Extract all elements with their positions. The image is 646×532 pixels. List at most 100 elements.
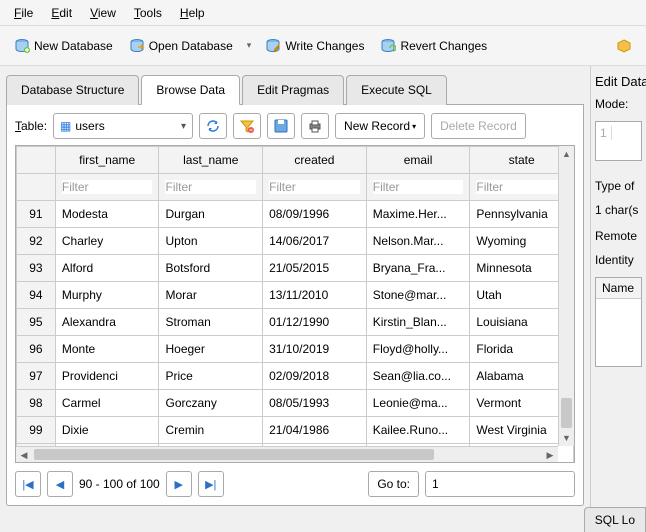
cell-last-name[interactable]: Durgan	[159, 201, 263, 228]
cell-created[interactable]: 21/04/1986	[263, 417, 367, 444]
filter-state[interactable]	[476, 180, 567, 194]
save-icon	[273, 118, 289, 134]
prev-page-button[interactable]: ◀	[47, 471, 73, 497]
cell-email[interactable]: Stone@mar...	[366, 282, 470, 309]
cell-first-name[interactable]: Alford	[55, 255, 159, 282]
cell-first-name[interactable]: Murphy	[55, 282, 159, 309]
cell-last-name[interactable]: Upton	[159, 228, 263, 255]
table-row[interactable]: 95AlexandraStroman01/12/1990Kirstin_Blan…	[17, 309, 574, 336]
cell-email[interactable]: Sean@lia.co...	[366, 363, 470, 390]
cube-icon	[616, 38, 632, 54]
table-row[interactable]: 94MurphyMorar13/11/2010Stone@mar...Utah	[17, 282, 574, 309]
code-editor[interactable]: 1	[595, 121, 642, 161]
cell-created[interactable]: 14/06/2017	[263, 228, 367, 255]
table-row[interactable]: 96MonteHoeger31/10/2019Floyd@holly...Flo…	[17, 336, 574, 363]
cell-last-name[interactable]: Price	[159, 363, 263, 390]
cell-created[interactable]: 01/12/1990	[263, 309, 367, 336]
cell-email[interactable]: Bryana_Fra...	[366, 255, 470, 282]
cell-last-name[interactable]: Botsford	[159, 255, 263, 282]
goto-input[interactable]	[425, 471, 575, 497]
first-page-button[interactable]: |◀	[15, 471, 41, 497]
open-database-dropdown[interactable]: ▾	[243, 40, 256, 51]
cell-created[interactable]: 02/09/2018	[263, 363, 367, 390]
new-database-icon	[14, 38, 30, 54]
write-changes-button[interactable]: Write Changes	[259, 34, 370, 58]
menu-view[interactable]: View	[82, 3, 124, 23]
row-number: 95	[17, 309, 56, 336]
scroll-down-icon[interactable]: ▼	[559, 430, 574, 446]
revert-changes-icon	[380, 38, 396, 54]
cell-email[interactable]: Maxime.Her...	[366, 201, 470, 228]
open-database-icon	[129, 38, 145, 54]
extra-button[interactable]	[610, 34, 638, 58]
clear-filters-button[interactable]	[233, 113, 261, 139]
table-row[interactable]: 92CharleyUpton14/06/2017Nelson.Mar...Wyo…	[17, 228, 574, 255]
scroll-up-icon[interactable]: ▲	[559, 146, 574, 162]
menu-help[interactable]: Help	[172, 3, 213, 23]
table-row[interactable]: 98CarmelGorczany08/05/1993Leonie@ma...Ve…	[17, 390, 574, 417]
cell-email[interactable]: Nelson.Mar...	[366, 228, 470, 255]
cell-last-name[interactable]: Hoeger	[159, 336, 263, 363]
cell-created[interactable]: 21/05/2015	[263, 255, 367, 282]
hscroll-thumb[interactable]	[34, 449, 434, 460]
filter-email[interactable]	[373, 180, 464, 194]
save-button[interactable]	[267, 113, 295, 139]
cell-last-name[interactable]: Gorczany	[159, 390, 263, 417]
table-row[interactable]: 99DixieCremin21/04/1986Kailee.Runo...Wes…	[17, 417, 574, 444]
open-database-button[interactable]: Open Database	[123, 34, 239, 58]
next-page-button[interactable]: ▶	[166, 471, 192, 497]
scroll-thumb[interactable]	[561, 398, 572, 428]
name-header[interactable]: Name	[596, 278, 641, 299]
col-created[interactable]: created	[263, 147, 367, 174]
filter-first-name[interactable]	[62, 180, 153, 194]
cell-last-name[interactable]: Stroman	[159, 309, 263, 336]
table-row[interactable]: 97ProvidenciPrice02/09/2018Sean@lia.co..…	[17, 363, 574, 390]
tab-database-structure[interactable]: Database Structure	[6, 75, 139, 105]
cell-email[interactable]: Leonie@ma...	[366, 390, 470, 417]
cell-created[interactable]: 31/10/2019	[263, 336, 367, 363]
menu-file[interactable]: File	[6, 3, 41, 23]
new-database-button[interactable]: New Database	[8, 34, 119, 58]
filter-created[interactable]	[269, 180, 360, 194]
cell-last-name[interactable]: Cremin	[159, 417, 263, 444]
cell-email[interactable]: Kirstin_Blan...	[366, 309, 470, 336]
table-selector[interactable]: ▦users ▾	[53, 113, 193, 139]
tab-execute-sql[interactable]: Execute SQL	[346, 75, 447, 105]
cell-first-name[interactable]: Carmel	[55, 390, 159, 417]
menubar: File Edit View Tools Help	[0, 0, 646, 26]
table-row[interactable]: 93AlfordBotsford21/05/2015Bryana_Fra...M…	[17, 255, 574, 282]
col-last-name[interactable]: last_name	[159, 147, 263, 174]
filter-last-name[interactable]	[165, 180, 256, 194]
sql-log-tab[interactable]: SQL Lo	[590, 507, 646, 532]
scroll-right-icon[interactable]: ▶	[542, 447, 558, 462]
tab-edit-pragmas[interactable]: Edit Pragmas	[242, 75, 344, 105]
cell-created[interactable]: 08/05/1993	[263, 390, 367, 417]
cell-created[interactable]: 13/11/2010	[263, 282, 367, 309]
tab-browse-data[interactable]: Browse Data	[141, 75, 240, 105]
identity-list[interactable]: Name	[595, 277, 642, 367]
refresh-button[interactable]	[199, 113, 227, 139]
col-email[interactable]: email	[366, 147, 470, 174]
goto-button[interactable]: Go to:	[368, 471, 419, 497]
cell-email[interactable]: Kailee.Runo...	[366, 417, 470, 444]
horizontal-scrollbar[interactable]: ◀ ▶	[16, 446, 558, 462]
menu-tools[interactable]: Tools	[126, 3, 170, 23]
cell-first-name[interactable]: Providenci	[55, 363, 159, 390]
scroll-left-icon[interactable]: ◀	[16, 447, 32, 462]
cell-first-name[interactable]: Modesta	[55, 201, 159, 228]
col-first-name[interactable]: first_name	[55, 147, 159, 174]
cell-first-name[interactable]: Monte	[55, 336, 159, 363]
cell-last-name[interactable]: Morar	[159, 282, 263, 309]
new-record-button[interactable]: New Record	[335, 113, 425, 139]
last-page-button[interactable]: ▶|	[198, 471, 224, 497]
cell-first-name[interactable]: Alexandra	[55, 309, 159, 336]
cell-created[interactable]: 08/09/1996	[263, 201, 367, 228]
table-row[interactable]: 91ModestaDurgan08/09/1996Maxime.Her...Pe…	[17, 201, 574, 228]
vertical-scrollbar[interactable]: ▲ ▼	[558, 146, 574, 446]
cell-email[interactable]: Floyd@holly...	[366, 336, 470, 363]
cell-first-name[interactable]: Charley	[55, 228, 159, 255]
menu-edit[interactable]: Edit	[43, 3, 80, 23]
revert-changes-button[interactable]: Revert Changes	[374, 34, 493, 58]
print-button[interactable]	[301, 113, 329, 139]
cell-first-name[interactable]: Dixie	[55, 417, 159, 444]
